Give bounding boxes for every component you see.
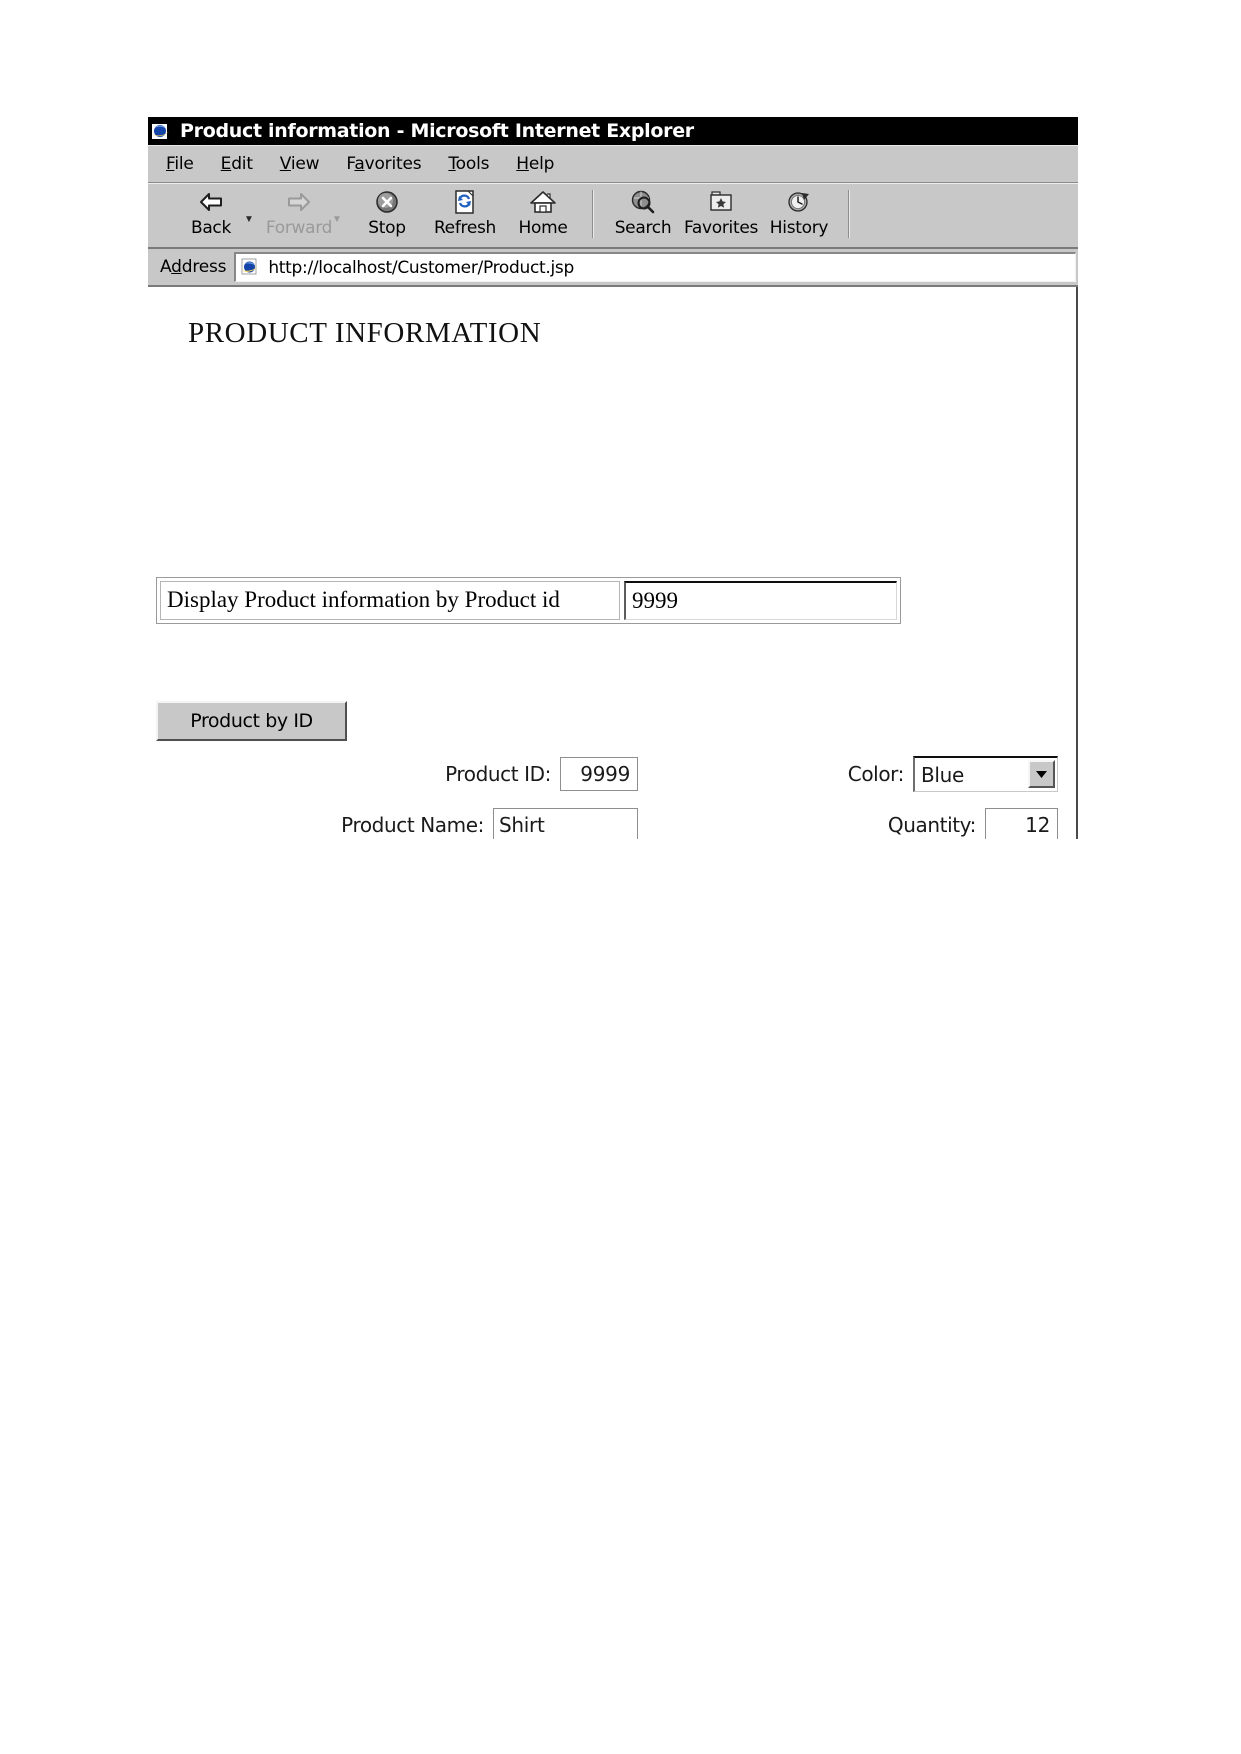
- arrow-left-icon: [196, 187, 226, 217]
- internet-explorer-icon: [241, 258, 260, 277]
- toolbar-separator-end: [848, 190, 850, 238]
- search-label: Search: [614, 218, 672, 238]
- color-selected-value: Blue: [921, 762, 965, 787]
- page-title: PRODUCT INFORMATION: [188, 317, 542, 349]
- back-button[interactable]: Back: [172, 187, 250, 238]
- product-name-input[interactable]: [493, 808, 638, 839]
- favorites-button[interactable]: Favorites: [682, 187, 760, 238]
- product-id-input[interactable]: [560, 757, 638, 791]
- browser-window: Product information - Microsoft Internet…: [148, 117, 1078, 839]
- history-label: History: [769, 218, 829, 238]
- product-lookup-prompt: Display Product information by Product i…: [160, 581, 620, 620]
- product-name-row: Product Name:: [158, 808, 638, 839]
- home-button[interactable]: Home: [504, 187, 582, 238]
- product-name-label: Product Name:: [341, 813, 484, 837]
- quantity-label: Quantity:: [887, 813, 977, 837]
- menu-item-file[interactable]: File: [166, 154, 194, 174]
- internet-explorer-icon: [152, 122, 171, 141]
- stop-icon: [373, 187, 401, 217]
- arrow-right-icon: [284, 187, 314, 217]
- product-fields-right-column: Color: Blue Quantity: Unit Price:: [718, 756, 1058, 839]
- product-by-id-button[interactable]: Product by ID: [156, 701, 347, 741]
- favorites-icon: [707, 187, 735, 217]
- product-id-label: Product ID:: [445, 762, 551, 786]
- forward-label: Forward: [265, 218, 333, 238]
- color-label: Color:: [847, 762, 905, 786]
- product-lookup-form: Display Product information by Product i…: [156, 577, 901, 624]
- stop-button[interactable]: Stop: [348, 187, 426, 238]
- quantity-input[interactable]: [985, 808, 1058, 839]
- window-title: Product information - Microsoft Internet…: [180, 120, 694, 142]
- back-label: Back: [190, 218, 232, 238]
- menu-item-view[interactable]: View: [280, 154, 320, 174]
- address-url-text: http://localhost/Customer/Product.jsp: [268, 257, 574, 278]
- refresh-icon: [452, 187, 478, 217]
- refresh-button[interactable]: Refresh: [426, 187, 504, 238]
- home-label: Home: [518, 218, 568, 238]
- history-icon: [785, 187, 813, 217]
- favorites-label: Favorites: [683, 218, 759, 238]
- menu-item-edit[interactable]: Edit: [221, 154, 253, 174]
- search-button[interactable]: Search: [604, 187, 682, 238]
- menu-item-favorites[interactable]: Favorites: [346, 154, 421, 174]
- quantity-row: Quantity:: [718, 808, 1058, 839]
- home-icon: [528, 187, 558, 217]
- product-fields-left-column: Product ID: Product Name: Product Descri…: [158, 757, 638, 839]
- forward-button[interactable]: Forward: [260, 187, 338, 238]
- menu-item-help[interactable]: Help: [516, 154, 554, 174]
- product-id-row: Product ID:: [158, 757, 638, 791]
- page-content: PRODUCT INFORMATION Display Product info…: [148, 287, 1078, 839]
- address-input[interactable]: http://localhost/Customer/Product.jsp: [234, 252, 1076, 282]
- chevron-down-icon[interactable]: [1028, 760, 1055, 788]
- menu-bar: File Edit View Favorites Tools Help: [148, 145, 1078, 183]
- menu-item-tools[interactable]: Tools: [448, 154, 489, 174]
- stop-label: Stop: [368, 218, 406, 238]
- address-label: Address: [160, 257, 227, 277]
- title-bar: Product information - Microsoft Internet…: [148, 117, 1078, 145]
- product-id-lookup-input[interactable]: [624, 581, 897, 620]
- refresh-label: Refresh: [433, 218, 497, 238]
- toolbar-separator: [592, 190, 594, 238]
- history-button[interactable]: History: [760, 187, 838, 238]
- browser-toolbar: Back ▼ Forward ▼ Stop Refresh Home Searc…: [148, 183, 1078, 249]
- address-bar: Address http://localhost/Customer/Produc…: [148, 249, 1078, 287]
- search-icon: [629, 187, 657, 217]
- color-select[interactable]: Blue: [913, 756, 1058, 792]
- color-row: Color: Blue: [718, 756, 1058, 792]
